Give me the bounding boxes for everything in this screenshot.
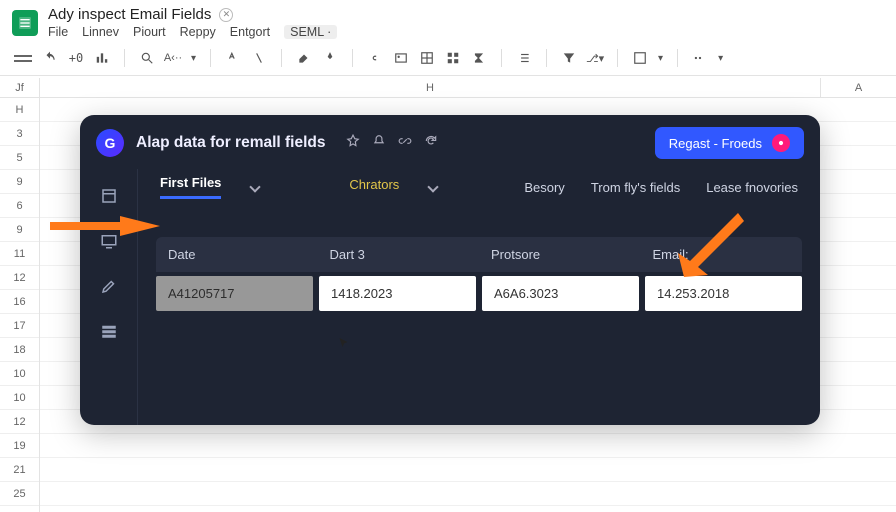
panel-header: G Alap data for remall fields Regast - F… bbox=[80, 115, 820, 169]
chart-icon[interactable] bbox=[94, 50, 110, 66]
view-icon[interactable] bbox=[632, 50, 648, 66]
row-header[interactable]: 9 bbox=[0, 218, 39, 242]
tab-first-files[interactable]: First Files bbox=[160, 175, 221, 199]
row-header[interactable]: 9 bbox=[0, 170, 39, 194]
menu-piourt[interactable]: Piourt bbox=[133, 25, 166, 39]
sort-icon[interactable]: ⎇▾ bbox=[587, 50, 603, 66]
brush-icon[interactable] bbox=[322, 50, 338, 66]
annotation-arrow-left bbox=[50, 216, 160, 261]
more-icon[interactable] bbox=[692, 50, 708, 66]
th-date[interactable]: Date bbox=[156, 237, 318, 272]
panel-tabs: First Files Chrators Besory Trom fly's f… bbox=[156, 169, 802, 211]
list-icon[interactable] bbox=[516, 50, 532, 66]
row-header[interactable]: 10 bbox=[0, 362, 39, 386]
search-icon[interactable] bbox=[139, 50, 155, 66]
menu-reppy[interactable]: Reppy bbox=[180, 25, 216, 39]
menu-file[interactable]: File bbox=[48, 25, 68, 39]
row-header[interactable]: 16 bbox=[0, 290, 39, 314]
row-header[interactable]: 25 bbox=[0, 482, 39, 506]
cell-id[interactable]: A41205717 bbox=[156, 276, 313, 311]
close-icon[interactable]: ✕ bbox=[219, 8, 233, 22]
row-header[interactable]: 11 bbox=[0, 242, 39, 266]
refresh-icon[interactable] bbox=[424, 134, 438, 153]
link2-icon[interactable] bbox=[398, 134, 412, 153]
tab-besory[interactable]: Besory bbox=[524, 180, 564, 195]
files-icon[interactable] bbox=[100, 187, 118, 210]
menu-icon[interactable] bbox=[14, 55, 32, 62]
edit-icon[interactable] bbox=[100, 277, 118, 300]
row-header[interactable]: 18 bbox=[0, 338, 39, 362]
paint-icon[interactable] bbox=[296, 50, 312, 66]
row-header[interactable]: 12 bbox=[0, 410, 39, 434]
row-header[interactable]: 17 bbox=[0, 314, 39, 338]
chevron-down-icon[interactable] bbox=[428, 181, 439, 192]
link-icon[interactable] bbox=[367, 50, 383, 66]
font-icon[interactable]: A‹·· bbox=[165, 50, 181, 66]
row-header[interactable]: 10 bbox=[0, 386, 39, 410]
bold-icon[interactable] bbox=[225, 50, 241, 66]
panel-title: Alap data for remall fields bbox=[136, 134, 326, 152]
rows-icon[interactable] bbox=[100, 322, 118, 345]
bell-icon[interactable] bbox=[372, 134, 386, 153]
cell-row[interactable] bbox=[40, 482, 896, 506]
tab-trom[interactable]: Trom fly's fields bbox=[591, 180, 680, 195]
sheets-icon bbox=[12, 10, 38, 36]
undo-icon[interactable] bbox=[42, 50, 58, 66]
menu-linnev[interactable]: Linnev bbox=[82, 25, 119, 39]
redo-label[interactable]: +0 bbox=[68, 50, 84, 66]
th-dart[interactable]: Dart 3 bbox=[318, 237, 480, 272]
row-header[interactable]: 6 bbox=[0, 194, 39, 218]
sigma-icon[interactable] bbox=[471, 50, 487, 66]
row-header[interactable]: 3 bbox=[0, 122, 39, 146]
panel-sidebar bbox=[80, 169, 138, 425]
panel-logo-icon: G bbox=[96, 129, 124, 157]
row-header[interactable]: 5 bbox=[0, 146, 39, 170]
menu-bar: File Linnev Piourt Reppy Entgort SEML · bbox=[48, 25, 337, 39]
table-icon[interactable] bbox=[419, 50, 435, 66]
app-topbar: Ady inspect Email Fields ✕ File Linnev P… bbox=[0, 0, 896, 45]
pin-icon[interactable] bbox=[346, 134, 360, 153]
row-header[interactable]: 19 bbox=[0, 434, 39, 458]
row-header[interactable]: 21 bbox=[0, 458, 39, 482]
cell-row[interactable] bbox=[40, 458, 896, 482]
row-headers: H359691112161718101012192125 bbox=[0, 98, 40, 512]
menu-seml[interactable]: SEML · bbox=[284, 25, 337, 39]
toolbar: +0 A‹·· ▾ ⎇▾ ▾ ▾ bbox=[0, 45, 896, 76]
cell-protsore[interactable]: A6A6.3023 bbox=[482, 276, 639, 311]
chevron-down-icon[interactable] bbox=[250, 181, 261, 192]
th-protsore[interactable]: Protsore bbox=[479, 237, 641, 272]
grid-icon[interactable] bbox=[445, 50, 461, 66]
annotation-arrow-right bbox=[678, 213, 748, 288]
cell-dart[interactable]: 1418.2023 bbox=[319, 276, 476, 311]
row-header[interactable]: 12 bbox=[0, 266, 39, 290]
action-button[interactable]: Regast - Froeds bbox=[655, 127, 804, 159]
cell-row[interactable] bbox=[40, 434, 896, 458]
row-header[interactable]: H bbox=[0, 98, 39, 122]
document-title[interactable]: Ady inspect Email Fields ✕ bbox=[48, 6, 337, 23]
tab-lease[interactable]: Lease fnovories bbox=[706, 180, 798, 195]
filter-icon[interactable] bbox=[561, 50, 577, 66]
mouse-cursor-icon bbox=[338, 336, 350, 352]
tab-chrators[interactable]: Chrators bbox=[349, 177, 399, 198]
image-icon[interactable] bbox=[393, 50, 409, 66]
record-icon bbox=[772, 134, 790, 152]
menu-entgort[interactable]: Entgort bbox=[230, 25, 270, 39]
italic-icon[interactable] bbox=[251, 50, 267, 66]
